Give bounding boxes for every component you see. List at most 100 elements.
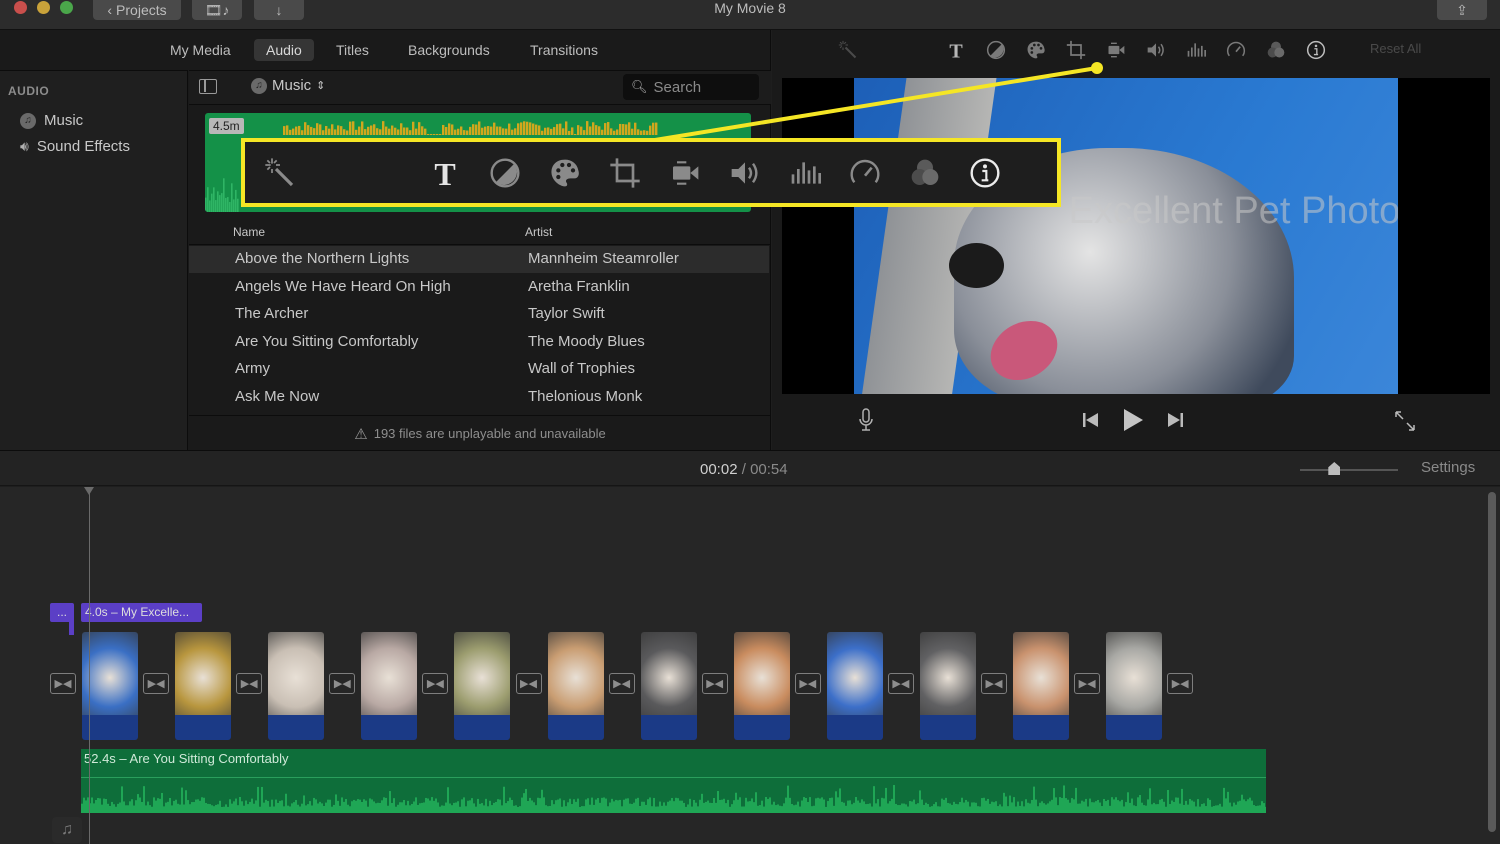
play-button[interactable] xyxy=(1122,408,1144,432)
skip-back-button[interactable] xyxy=(1082,411,1100,429)
video-clip[interactable] xyxy=(268,632,325,740)
transition-button[interactable]: ▶◀ xyxy=(794,673,821,694)
waveform-bar xyxy=(1213,806,1215,813)
media-view-button[interactable]: 🎞︎♪ xyxy=(192,0,242,20)
song-row[interactable]: Angels We Have Heard On High Aretha Frank… xyxy=(189,274,769,301)
color-correction-palette-icon xyxy=(551,159,579,187)
waveform-bar xyxy=(283,126,286,135)
title-text-tool-button[interactable]: T xyxy=(944,38,968,62)
song-row[interactable]: Ask Me Now Thelonious Monk xyxy=(189,384,769,411)
crop-tool-button[interactable] xyxy=(1064,38,1088,62)
waveform-bar xyxy=(1137,797,1139,813)
import-button[interactable]: ↓ xyxy=(254,0,304,20)
minimize-window-button[interactable] xyxy=(37,1,50,14)
video-clip[interactable] xyxy=(733,632,790,740)
video-clip[interactable] xyxy=(361,632,418,740)
transition-button[interactable]: ▶◀ xyxy=(608,673,635,694)
video-clip[interactable] xyxy=(640,632,697,740)
info-tool-button[interactable] xyxy=(1304,38,1328,62)
speed-gauge-tool-button[interactable] xyxy=(1224,38,1248,62)
magic-wand-tool-button[interactable] xyxy=(836,38,860,62)
zoom-window-button[interactable] xyxy=(60,1,73,14)
video-clip[interactable] xyxy=(919,632,976,740)
tab-transitions[interactable]: Transitions xyxy=(518,39,610,61)
waveform-bar xyxy=(911,801,913,813)
song-row[interactable]: Above the Northern Lights Mannheim Steamr… xyxy=(189,246,769,273)
tab-titles[interactable]: Titles xyxy=(324,39,381,61)
waveform-bar xyxy=(553,804,555,813)
waveform-bar xyxy=(279,800,281,813)
video-clip[interactable] xyxy=(547,632,604,740)
video-clip[interactable] xyxy=(454,632,511,740)
playhead[interactable] xyxy=(84,487,94,844)
reset-all-button[interactable]: Reset All xyxy=(1370,41,1421,56)
stabilization-camera-tool-button[interactable] xyxy=(1104,38,1128,62)
waveform-bar xyxy=(461,799,463,813)
waveform-bar xyxy=(749,801,751,813)
song-row[interactable]: Are You Sitting Comfortably The Moody Blu… xyxy=(189,329,769,356)
search-input[interactable] xyxy=(653,78,754,96)
transition-button[interactable]: ▶◀ xyxy=(143,673,170,694)
clip-audio-track xyxy=(919,715,976,740)
waveform-bar xyxy=(1019,805,1021,813)
transition-button[interactable]: ▶◀ xyxy=(1074,673,1101,694)
column-header-artist[interactable]: Artist xyxy=(525,225,552,239)
title-clip[interactable]: 4.0s – My Excelle... xyxy=(81,603,202,622)
clip-thumbnail xyxy=(547,632,604,715)
column-header-name[interactable]: Name xyxy=(233,225,265,239)
waveform-bar xyxy=(586,121,589,135)
tab-my-media[interactable]: My Media xyxy=(158,39,243,61)
video-clip[interactable] xyxy=(175,632,232,740)
color-correction-palette-tool-button[interactable] xyxy=(1024,38,1048,62)
color-balance-tool-button[interactable] xyxy=(984,38,1008,62)
skip-forward-button[interactable] xyxy=(1166,411,1184,429)
transition-button[interactable]: ▶◀ xyxy=(701,673,728,694)
transition-button[interactable]: ▶◀ xyxy=(329,673,356,694)
vertical-scrollbar[interactable] xyxy=(1488,492,1496,832)
waveform-bar xyxy=(813,805,815,813)
callout-color-balance-tool xyxy=(485,153,525,193)
zoom-slider-thumb[interactable] xyxy=(1328,462,1341,475)
waveform-bar xyxy=(203,797,205,813)
tab-backgrounds[interactable]: Backgrounds xyxy=(396,39,502,61)
close-window-button[interactable] xyxy=(14,1,27,14)
transition-button[interactable]: ▶◀ xyxy=(236,673,263,694)
waveform-bar xyxy=(289,806,291,813)
transition-button[interactable]: ▶◀ xyxy=(1167,673,1194,694)
video-clip[interactable] xyxy=(82,632,138,740)
music-source-select[interactable]: ♫ Music ⇕ xyxy=(251,77,325,94)
transition-button[interactable]: ▶◀ xyxy=(887,673,914,694)
sidebar-item-music[interactable]: ♫ Music xyxy=(20,112,83,129)
song-row[interactable]: Army Wall of Trophies xyxy=(189,356,769,383)
transition-button[interactable]: ▶◀ xyxy=(422,673,449,694)
waveform-bar xyxy=(849,800,851,813)
fullscreen-button[interactable] xyxy=(1394,410,1416,432)
video-clip[interactable] xyxy=(1013,632,1069,740)
share-button[interactable]: ⇪ xyxy=(1437,0,1487,20)
sidebar-toggle-icon[interactable] xyxy=(199,79,217,94)
volume-tool-button[interactable] xyxy=(1144,38,1168,62)
transition-button[interactable]: ▶◀ xyxy=(981,673,1007,694)
waveform-bar xyxy=(514,128,517,135)
waveform-bar xyxy=(93,803,95,813)
waveform-bar xyxy=(1087,806,1089,813)
transition-button[interactable]: ▶◀ xyxy=(50,673,76,694)
clip-filter-tool-button[interactable] xyxy=(1264,38,1288,62)
search-field[interactable]: 🔍︎ xyxy=(623,74,759,100)
voiceover-mic-button[interactable] xyxy=(858,408,874,432)
projects-button[interactable]: ‹ Projects xyxy=(93,0,181,20)
timeline-settings-button[interactable]: Settings xyxy=(1421,459,1475,476)
volume-line[interactable] xyxy=(81,777,1266,778)
transition-button[interactable]: ▶◀ xyxy=(515,673,542,694)
video-clip[interactable] xyxy=(1106,632,1163,740)
background-music-clip[interactable]: 52.4s – Are You Sitting Comfortably xyxy=(81,749,1266,813)
timeline-zoom-slider[interactable] xyxy=(1300,462,1398,475)
song-row[interactable]: The Archer Taylor Swift xyxy=(189,301,769,328)
equalizer-tool-button[interactable] xyxy=(1184,38,1208,62)
waveform-bar xyxy=(383,797,385,813)
video-clip[interactable] xyxy=(826,632,883,740)
waveform-bar xyxy=(837,797,839,813)
sidebar-item-sound-effects[interactable]: 🔊︎ Sound Effects xyxy=(20,138,130,155)
music-track-icon: ♫ xyxy=(52,817,82,843)
tab-audio[interactable]: Audio xyxy=(254,39,314,61)
